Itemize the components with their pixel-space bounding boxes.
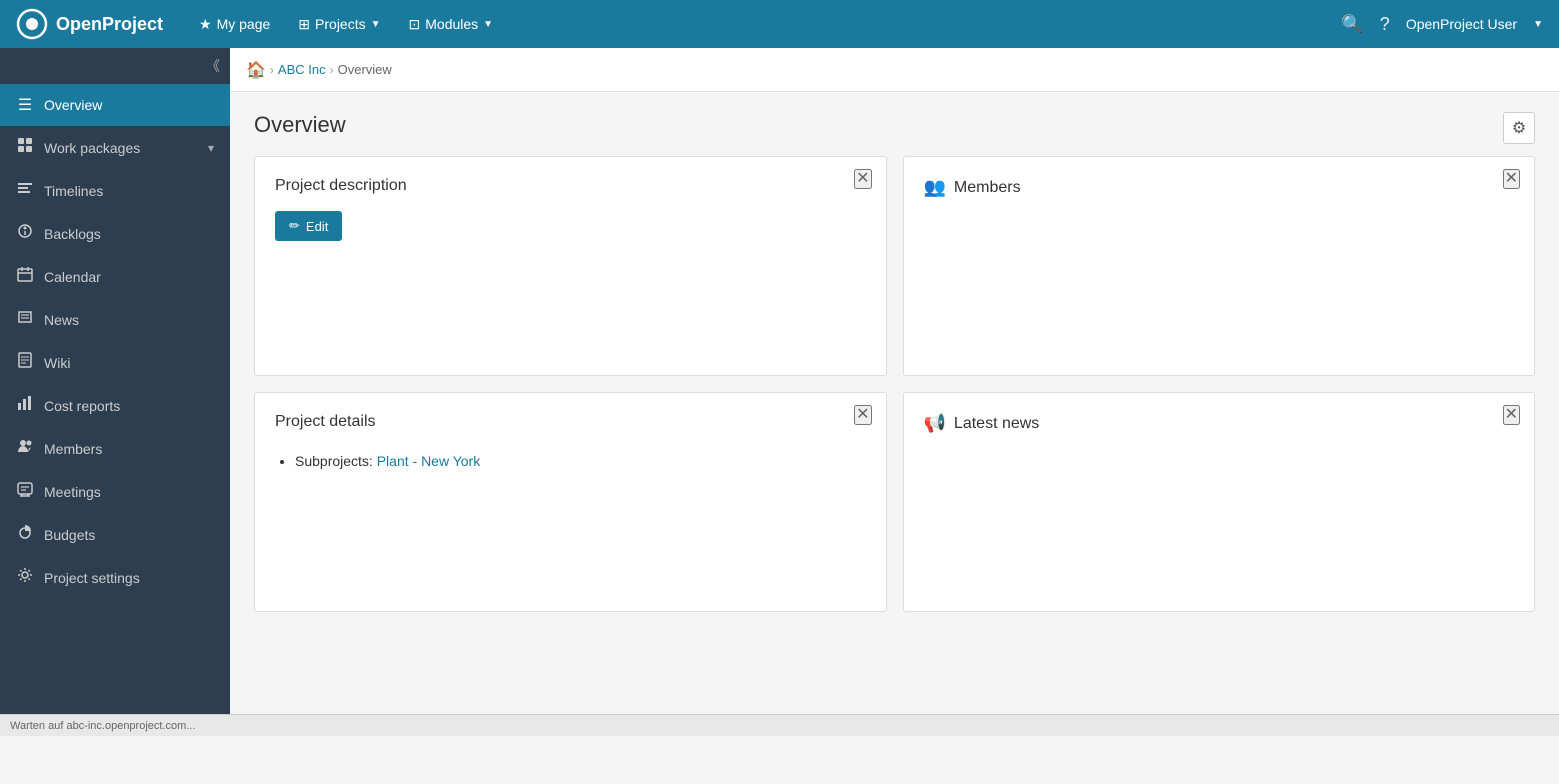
sidebar-item-members[interactable]: Members — [0, 427, 230, 470]
cost-reports-icon — [16, 395, 34, 416]
sidebar-item-label: Budgets — [44, 527, 214, 543]
sidebar-item-label: Calendar — [44, 269, 214, 285]
news-icon — [16, 309, 34, 330]
layers-icon: ⊞ — [298, 16, 310, 33]
project-details-label: Project details — [275, 413, 376, 431]
members-icon — [16, 438, 34, 459]
modules-nav[interactable]: ⊡ Modules ▼ — [397, 10, 506, 39]
project-details-title: Project details — [275, 413, 866, 431]
sidebar-item-work-packages[interactable]: Work packages ▾ — [0, 126, 230, 169]
top-nav-right: 🔍 ? OpenProject User ▼ — [1341, 14, 1543, 35]
sidebar-item-news[interactable]: News — [0, 298, 230, 341]
help-icon[interactable]: ? — [1380, 14, 1390, 35]
project-description-card: ✕ Project description ✏ Edit — [254, 156, 887, 376]
sidebar-item-label: Wiki — [44, 355, 214, 371]
status-text: Warten auf abc-inc.openproject.com... — [10, 720, 195, 732]
app-layout: 《 ☰ Overview Work packages ▾ Timelines B… — [0, 48, 1559, 736]
main-content: 🏠 › ABC Inc › Overview Overview ⚙ ✕ Proj… — [230, 48, 1559, 736]
members-card-label: Members — [954, 179, 1021, 197]
edit-label: Edit — [306, 219, 328, 234]
pencil-icon: ✏ — [289, 218, 300, 234]
latest-news-card: ✕ 📢 Latest news — [903, 392, 1536, 612]
wiki-icon — [16, 352, 34, 373]
sidebar-item-project-settings[interactable]: Project settings — [0, 556, 230, 599]
collapse-icon: 《 — [206, 56, 220, 76]
project-description-title: Project description — [275, 177, 866, 195]
breadcrumb-current: Overview — [338, 62, 392, 77]
backlogs-icon — [16, 223, 34, 244]
subproject-link[interactable]: Plant - New York — [377, 453, 481, 469]
page-title: Overview — [254, 112, 346, 138]
latest-news-title: 📢 Latest news — [924, 413, 1515, 434]
app-name: OpenProject — [56, 14, 163, 35]
nav-items: ★ My page ⊞ Projects ▼ ⊡ Modules ▼ — [187, 10, 1341, 39]
sidebar-item-label: Project settings — [44, 570, 214, 586]
close-project-details-button[interactable]: ✕ — [854, 405, 871, 425]
chevron-down-icon: ▼ — [371, 19, 381, 30]
sidebar-collapse-button[interactable]: 《 — [0, 48, 230, 84]
sidebar-item-cost-reports[interactable]: Cost reports — [0, 384, 230, 427]
sidebar-item-label: Members — [44, 441, 214, 457]
members-card-title: 👥 Members — [924, 177, 1515, 198]
projects-nav[interactable]: ⊞ Projects ▼ — [286, 10, 392, 39]
subprojects-label: Subprojects: — [295, 453, 373, 469]
overview-icon: ☰ — [16, 95, 34, 115]
my-page-nav[interactable]: ★ My page — [187, 10, 282, 39]
top-navbar: OpenProject ★ My page ⊞ Projects ▼ ⊡ Mod… — [0, 0, 1559, 48]
close-latest-news-button[interactable]: ✕ — [1503, 405, 1520, 425]
latest-news-label: Latest news — [954, 415, 1039, 433]
breadcrumb-sep-2: › — [330, 63, 334, 77]
sidebar-item-backlogs[interactable]: Backlogs — [0, 212, 230, 255]
sidebar-item-label: Timelines — [44, 183, 214, 199]
sidebar-item-label: Work packages — [44, 140, 198, 156]
calendar-icon — [16, 266, 34, 287]
sidebar-item-budgets[interactable]: Budgets — [0, 513, 230, 556]
project-details-card: ✕ Project details Subprojects: Plant - N… — [254, 392, 887, 612]
sidebar-item-label: Meetings — [44, 484, 214, 500]
close-project-description-button[interactable]: ✕ — [854, 169, 871, 189]
app-logo[interactable]: OpenProject — [16, 8, 163, 40]
breadcrumb-sep-1: › — [270, 63, 274, 77]
subprojects-list: Subprojects: Plant - New York — [275, 447, 866, 475]
user-menu[interactable]: OpenProject User — [1406, 16, 1517, 32]
page-header: Overview ⚙ — [230, 92, 1559, 156]
members-card: ✕ 👥 Members — [903, 156, 1536, 376]
sidebar-item-meetings[interactable]: Meetings — [0, 470, 230, 513]
edit-project-description-button[interactable]: ✏ Edit — [275, 211, 342, 241]
close-members-button[interactable]: ✕ — [1503, 169, 1520, 189]
timelines-icon — [16, 180, 34, 201]
project-description-label: Project description — [275, 177, 407, 195]
sidebar-item-label: Backlogs — [44, 226, 214, 242]
my-page-label: My page — [217, 16, 271, 32]
meetings-icon — [16, 481, 34, 502]
sidebar-item-timelines[interactable]: Timelines — [0, 169, 230, 212]
budgets-icon — [16, 524, 34, 545]
modules-icon: ⊡ — [409, 16, 421, 33]
sidebar-item-label: News — [44, 312, 214, 328]
news-card-icon: 📢 — [924, 413, 946, 434]
breadcrumb-project[interactable]: ABC Inc — [278, 62, 326, 77]
project-settings-icon — [16, 567, 34, 588]
sidebar: 《 ☰ Overview Work packages ▾ Timelines B… — [0, 48, 230, 736]
sidebar-item-wiki[interactable]: Wiki — [0, 341, 230, 384]
breadcrumb: 🏠 › ABC Inc › Overview — [230, 48, 1559, 92]
chevron-down-icon-2: ▼ — [483, 19, 493, 30]
modules-label: Modules — [425, 16, 478, 32]
status-bar: Warten auf abc-inc.openproject.com... — [0, 714, 1559, 736]
overview-grid: ✕ Project description ✏ Edit ✕ 👥 Members — [230, 156, 1559, 636]
sidebar-item-calendar[interactable]: Calendar — [0, 255, 230, 298]
projects-label: Projects — [315, 16, 366, 32]
overview-settings-button[interactable]: ⚙ — [1503, 112, 1535, 144]
members-card-icon: 👥 — [924, 177, 946, 198]
sidebar-item-label: Overview — [44, 97, 214, 113]
sidebar-item-overview[interactable]: ☰ Overview — [0, 84, 230, 126]
sidebar-item-label: Cost reports — [44, 398, 214, 414]
list-item: Subprojects: Plant - New York — [295, 447, 866, 475]
star-icon: ★ — [199, 16, 212, 33]
home-icon[interactable]: 🏠 — [246, 60, 266, 80]
work-packages-icon — [16, 137, 34, 158]
expand-arrow-icon: ▾ — [208, 141, 214, 155]
user-chevron-icon: ▼ — [1533, 19, 1543, 30]
search-icon[interactable]: 🔍 — [1341, 14, 1363, 35]
